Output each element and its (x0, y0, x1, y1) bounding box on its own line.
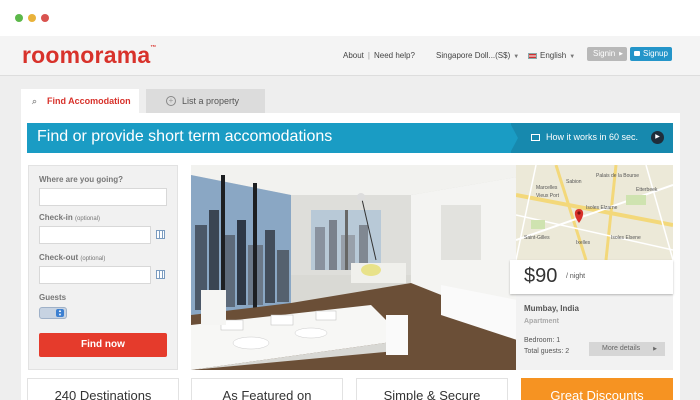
listing-photo[interactable] (191, 165, 517, 370)
how-it-works-area: How it works in 60 sec. ▶ (510, 123, 673, 153)
currency-select[interactable]: Singapore Doll...(S$) ▼ (436, 51, 519, 60)
map-image (516, 165, 673, 260)
listing-guests: Total guests: 2 (524, 348, 570, 355)
tab-label: Find Accomodation (47, 96, 131, 106)
listing-type: Apartment (524, 318, 560, 325)
site-header: roomorama™ About | Need help? Singapore Do… (0, 36, 700, 76)
map-label: Palais de la Bourse (596, 173, 640, 179)
location-map[interactable]: Sabion Marcelles Vieux Port Palais de la… (516, 165, 673, 260)
more-details-button[interactable]: More details ▶ (589, 342, 665, 356)
language-select[interactable]: English ▼ (528, 51, 575, 60)
caret-right-icon: ▶ (619, 51, 623, 57)
guests-stepper[interactable]: ▲ ▼ (39, 307, 67, 319)
map-label: Isoles Elsene (611, 235, 641, 241)
map-label: Ixelles (576, 240, 591, 246)
checkout-label: Check-out (optional) (39, 253, 106, 262)
banner-title: Find or provide short term accomodations (37, 128, 333, 145)
window-close-button[interactable] (15, 14, 23, 22)
map-label: Marcelles (536, 185, 558, 191)
find-now-button[interactable]: Find now (39, 333, 167, 357)
map-label: Isoles Elzarne (586, 205, 618, 211)
site-logo[interactable]: roomorama™ (22, 42, 157, 69)
caret-right-icon: ▶ (653, 346, 657, 352)
search-icon: ⌕ (32, 96, 38, 106)
price-unit: / night (566, 273, 586, 280)
play-icon[interactable]: ▶ (651, 131, 664, 144)
chevron-down-icon: ▼ (569, 54, 576, 60)
calendar-icon[interactable] (156, 270, 165, 279)
flag-icon (528, 52, 537, 59)
feature-featured-on[interactable]: As Featured on (191, 378, 343, 400)
chevron-down-icon: ▼ (513, 54, 520, 60)
map-label: Sabion (566, 179, 582, 185)
signin-button[interactable]: Signin ▶ (587, 47, 627, 61)
window-maximize-button[interactable] (41, 14, 49, 22)
listing-city: Mumbay, India (524, 304, 579, 313)
feature-simple-secure[interactable]: Simple & Secure (356, 378, 508, 400)
tab-find-accomodation[interactable]: ⌕ Find Accomodation (21, 89, 139, 113)
link-separator: | (367, 51, 370, 60)
guests-label: Guests (39, 293, 67, 302)
how-it-works-link[interactable]: How it works in 60 sec. (531, 132, 638, 142)
search-form: Where are you going? Check-in (optional)… (28, 165, 178, 370)
signup-button[interactable]: Signup (630, 47, 672, 61)
calendar-icon[interactable] (156, 230, 165, 239)
checkout-input[interactable] (39, 266, 151, 284)
tab-label: List a property (182, 96, 240, 106)
price-value: $90 (524, 265, 558, 287)
window-titlebar (0, 0, 700, 36)
need-help-link[interactable]: Need help? (374, 51, 415, 60)
feature-great-discounts[interactable]: Great Discounts (521, 378, 673, 400)
listing-bedrooms: Bedroom: 1 (524, 337, 561, 344)
map-label: Etterbeek (636, 187, 658, 193)
up-down-arrows-icon: ▲ ▼ (56, 309, 64, 317)
monitor-icon (531, 134, 540, 142)
window-minimize-button[interactable] (28, 14, 36, 22)
lock-icon (634, 51, 640, 57)
checkin-input[interactable] (39, 226, 151, 244)
map-label: Vieux Port (536, 193, 559, 199)
plus-circle-icon: + (166, 96, 176, 106)
apartment-interior-image (191, 165, 517, 370)
feature-destinations[interactable]: 240 Destinations (27, 378, 179, 400)
destination-input[interactable] (39, 188, 167, 206)
tab-list-property[interactable]: + List a property (146, 89, 265, 113)
map-label: Saint-Gilles (524, 235, 550, 241)
price-box: $90 / night (510, 260, 673, 294)
hero-banner: Find or provide short term accomodations… (27, 123, 673, 153)
header-links: About | Need help? (343, 51, 415, 60)
destination-label: Where are you going? (39, 175, 124, 184)
about-link[interactable]: About (343, 51, 364, 60)
checkin-label: Check-in (optional) (39, 213, 101, 222)
